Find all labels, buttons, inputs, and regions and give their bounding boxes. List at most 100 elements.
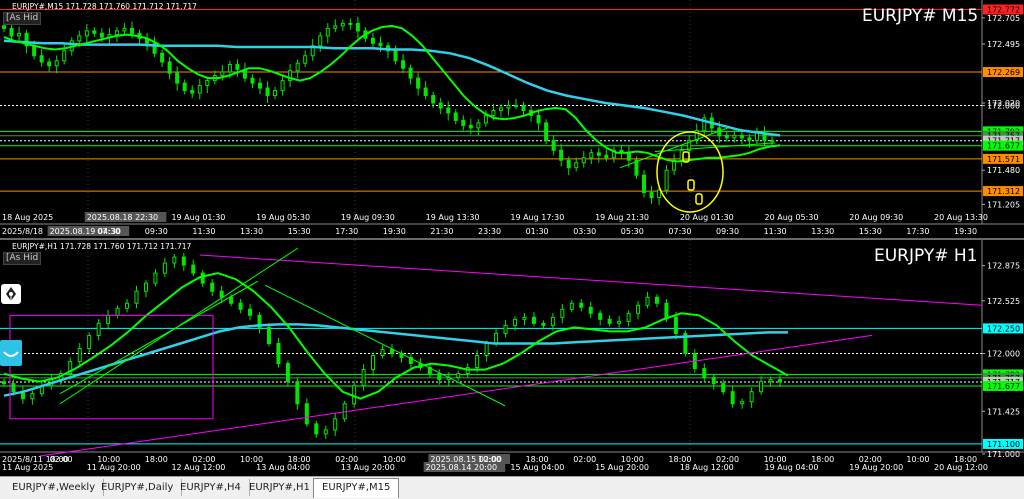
candle-body (125, 302, 130, 309)
ma-slow-line (3, 39, 781, 137)
h1-chart-svg[interactable]: 172.875172.525172.250172.000171.792171.7… (0, 240, 1024, 472)
date-label: 20 Aug 09:30 (849, 213, 903, 222)
price-label: 172.000 (987, 350, 1020, 359)
date-label: 2025.08.14 20:00 (426, 463, 497, 472)
date-label: 15 Aug 04:00 (510, 463, 564, 472)
candle-body (114, 30, 119, 36)
candle-body (483, 114, 488, 124)
candle-body (721, 383, 726, 393)
ma-slow-line (3, 323, 788, 397)
candle-body (62, 50, 67, 62)
candle-body (645, 296, 650, 306)
candle-body (476, 122, 481, 129)
time-label: 18:00 (145, 455, 168, 464)
candle-body (229, 296, 234, 304)
candle-body (498, 107, 503, 111)
price-label: 172.705 (987, 14, 1020, 23)
candle-body (134, 290, 139, 304)
candle-body (115, 307, 120, 316)
date-label: 19 Aug 21:30 (595, 213, 649, 222)
tab-h1[interactable]: EURJPY#,H1 (241, 479, 319, 496)
candle-body (181, 256, 186, 266)
candle-body (273, 90, 278, 97)
candle-body (371, 355, 376, 371)
candle-body (182, 82, 187, 92)
candle-body (522, 316, 527, 320)
candle-body (732, 134, 737, 139)
time-label: 11:30 (192, 227, 215, 236)
candle-body (754, 132, 759, 141)
candle-body (581, 157, 586, 164)
candle-body (210, 282, 215, 292)
candle-body (99, 32, 104, 38)
tab-weekly[interactable]: EURJPY#,Weekly (4, 479, 105, 496)
date-label: 13 Aug 04:00 (256, 463, 310, 472)
candle-body (468, 124, 473, 129)
candle-body (626, 312, 631, 322)
candle-body (521, 105, 526, 111)
candle-body (598, 312, 603, 320)
candle-body (453, 112, 458, 121)
time-label: 09:30 (145, 227, 168, 236)
candle-body (550, 316, 555, 326)
candle-body (172, 256, 177, 264)
candle-body (506, 105, 511, 109)
candle-body (551, 139, 556, 151)
candle-body (130, 27, 134, 34)
candle-body (276, 342, 281, 365)
candle-body (96, 322, 101, 336)
candle-body (266, 326, 271, 344)
tab-h4[interactable]: EURJPY#,H4 (172, 479, 250, 496)
candle-body (2, 381, 6, 385)
date-label: 15 Aug 20:00 (595, 463, 649, 472)
candle-body (175, 72, 180, 84)
candle-body (160, 52, 165, 63)
date-label: 19 Aug 13:30 (426, 213, 480, 222)
m15-chart-svg[interactable]: 172.772172.705172.495172.269172.020172.0… (0, 0, 1024, 238)
candle-body (604, 154, 609, 159)
date-label: 11 Aug 20:00 (87, 463, 141, 472)
candle-body (352, 385, 357, 405)
candle-body (355, 22, 360, 32)
tab-m15[interactable]: EURJPY#,M15 (313, 478, 400, 498)
candle-body (84, 30, 89, 37)
candle-body (401, 60, 406, 69)
candle-body (47, 61, 52, 67)
candle-body (461, 119, 466, 126)
candle-body (333, 418, 338, 431)
date-label: 19 Aug 04:00 (765, 463, 819, 472)
price-label: 172.250 (987, 324, 1020, 333)
fountain-pen-icon[interactable] (1, 284, 21, 304)
candle-body (513, 318, 518, 326)
candle-body (607, 318, 612, 324)
candle-body (431, 95, 436, 104)
chart-pane-h1[interactable]: 172.875172.525172.250172.000171.792171.7… (0, 240, 1024, 472)
chart-pane-m15[interactable]: 172.772 172.705 172.495 172.269 172.020 172.0… (0, 0, 1024, 238)
price-label: 171.480 (987, 166, 1020, 175)
candle-body (54, 60, 59, 67)
candle-body (416, 77, 421, 89)
smile-wave-icon[interactable] (0, 340, 22, 366)
time-label: 13:30 (811, 227, 834, 236)
candle-body (626, 152, 631, 161)
tab-daily[interactable]: EURJPY#,Daily (93, 479, 183, 496)
time-label: 02:00 (573, 455, 596, 464)
time-label: 03:30 (573, 227, 596, 236)
time-label: 19:30 (954, 227, 977, 236)
price-label: 171.205 (987, 200, 1020, 209)
candle-body (711, 377, 716, 385)
time-label: 11:30 (764, 227, 787, 236)
candle-body (747, 137, 752, 141)
candle-body (333, 25, 338, 29)
candle-body (559, 149, 564, 161)
candle-body (235, 63, 240, 70)
h1-as-hide-button[interactable]: [As Hid (3, 252, 42, 265)
time-label: 23:30 (478, 227, 501, 236)
m15-as-hide-button[interactable]: [As Hid (3, 12, 42, 25)
date-label: 2025.08.18 22:30 (87, 213, 158, 222)
candle-body (730, 391, 735, 405)
date-label: 20 Aug 13:30 (934, 213, 988, 222)
candle-body (153, 272, 158, 284)
candle-body (122, 27, 127, 32)
candle-body (664, 302, 669, 318)
